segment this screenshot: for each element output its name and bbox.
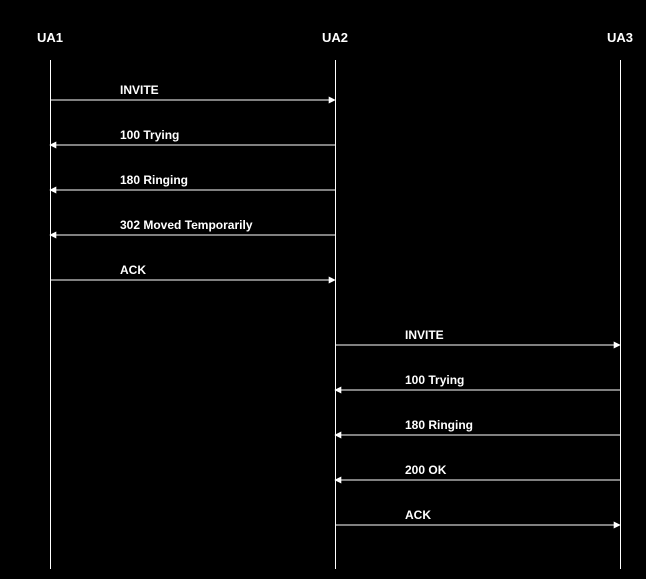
msg-180-ringing-2: 180 Ringing [405,418,473,432]
lifeline-ua3 [620,60,621,569]
sequence-arrows [0,0,646,579]
lifeline-ua2 [335,60,336,569]
msg-100-trying-2: 100 Trying [405,373,464,387]
msg-200-ok: 200 OK [405,463,446,477]
msg-invite-2: INVITE [405,328,444,342]
msg-180-ringing-1: 180 Ringing [120,173,188,187]
msg-invite-1: INVITE [120,83,159,97]
actor-ua3: UA3 [607,30,633,45]
actor-ua1: UA1 [37,30,63,45]
msg-ack-1: ACK [120,263,146,277]
actor-ua2: UA2 [322,30,348,45]
msg-ack-2: ACK [405,508,431,522]
lifeline-ua1 [50,60,51,569]
msg-100-trying-1: 100 Trying [120,128,179,142]
msg-302-moved: 302 Moved Temporarily [120,218,253,232]
